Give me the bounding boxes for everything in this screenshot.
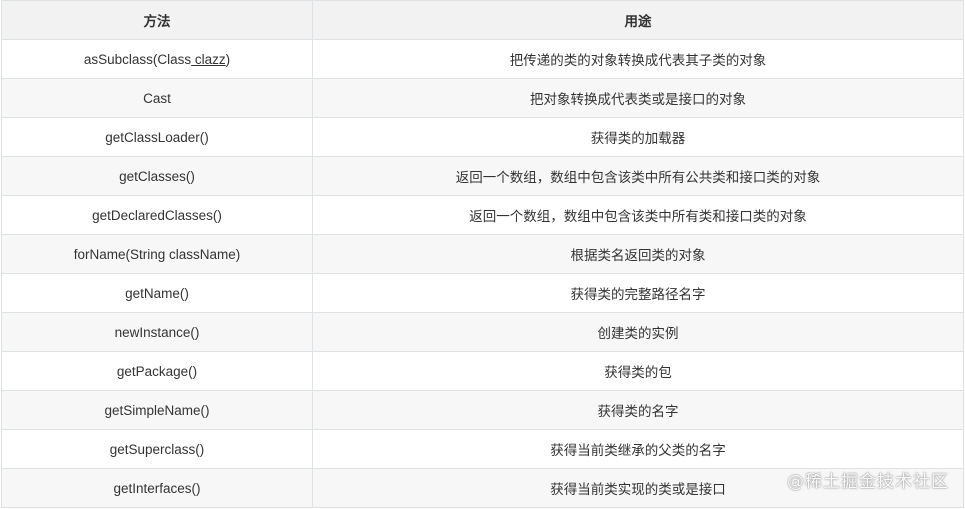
method-cell: getPackage(): [1, 351, 313, 391]
method-text: asSubclass(Class: [83, 51, 192, 67]
use-cell: 返回一个数组，数组中包含该类中所有类和接口类的对象: [312, 195, 964, 235]
table-row: getDeclaredClasses() 返回一个数组，数组中包含该类中所有类和…: [1, 195, 964, 235]
method-text-end: ): [225, 51, 231, 67]
header-use: 用途: [312, 0, 964, 40]
table-row: getName() 获得类的完整路径名字: [1, 273, 964, 313]
method-cell: getSimpleName(): [1, 390, 313, 430]
method-cell: getName(): [1, 273, 313, 313]
method-cell: getClassLoader(): [1, 117, 313, 157]
param-underlined: clazz: [191, 51, 226, 67]
use-cell: 获得类的包: [312, 351, 964, 391]
table-row: getSuperclass() 获得当前类继承的父类的名字: [1, 429, 964, 469]
methods-table: 方法 用途 asSubclass(Class clazz) 把传递的类的对象转换…: [1, 0, 964, 508]
table-row: Cast 把对象转换成代表类或是接口的对象: [1, 78, 964, 118]
table-row: getPackage() 获得类的包: [1, 351, 964, 391]
method-cell: getDeclaredClasses(): [1, 195, 313, 235]
method-cell: forName(String className): [1, 234, 313, 274]
table-row: newInstance() 创建类的实例: [1, 312, 964, 352]
table-row: forName(String className) 根据类名返回类的对象: [1, 234, 964, 274]
use-cell: 根据类名返回类的对象: [312, 234, 964, 274]
table-row: getInterfaces() 获得当前类实现的类或是接口: [1, 468, 964, 508]
use-cell: 创建类的实例: [312, 312, 964, 352]
use-cell: 获得类的名字: [312, 390, 964, 430]
use-cell: 把对象转换成代表类或是接口的对象: [312, 78, 964, 118]
method-cell: getInterfaces(): [1, 468, 313, 508]
method-cell: getSuperclass(): [1, 429, 313, 469]
method-cell: asSubclass(Class clazz): [1, 39, 313, 79]
use-cell: 返回一个数组，数组中包含该类中所有公共类和接口类的对象: [312, 156, 964, 196]
method-cell: Cast: [1, 78, 313, 118]
use-cell: 获得类的加载器: [312, 117, 964, 157]
method-cell: getClasses(): [1, 156, 313, 196]
table-row: getClassLoader() 获得类的加载器: [1, 117, 964, 157]
header-row: 方法 用途: [1, 0, 964, 40]
table-row: getClasses() 返回一个数组，数组中包含该类中所有公共类和接口类的对象: [1, 156, 964, 196]
use-cell: 获得当前类实现的类或是接口: [312, 468, 964, 508]
table-row: getSimpleName() 获得类的名字: [1, 390, 964, 430]
table-row: asSubclass(Class clazz) 把传递的类的对象转换成代表其子类…: [1, 39, 964, 79]
method-cell: newInstance(): [1, 312, 313, 352]
use-cell: 获得当前类继承的父类的名字: [312, 429, 964, 469]
use-cell: 把传递的类的对象转换成代表其子类的对象: [312, 39, 964, 79]
use-cell: 获得类的完整路径名字: [312, 273, 964, 313]
header-method: 方法: [1, 0, 313, 40]
